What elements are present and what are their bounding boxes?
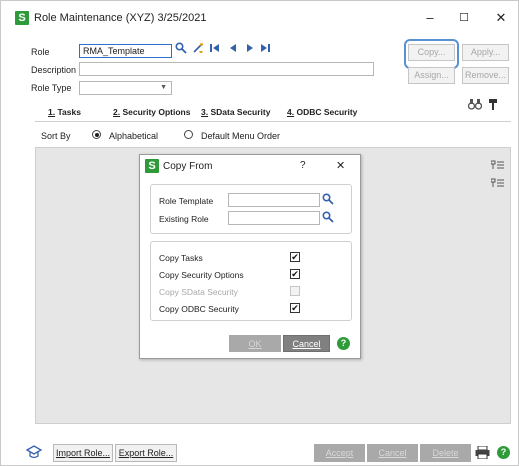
existing-role-search-icon[interactable] <box>322 211 334 225</box>
dialog-cancel-button[interactable]: Cancel <box>283 335 330 352</box>
existing-role-label: Existing Role <box>159 214 209 224</box>
role-template-label: Role Template <box>159 196 214 206</box>
copy-sdata-security-label: Copy SData Security <box>159 287 238 297</box>
sort-alphabetical-radio[interactable] <box>92 130 101 139</box>
accept-button[interactable]: Accept <box>314 444 365 462</box>
copy-options-group: Copy Tasks ✔ Copy Security Options ✔ Cop… <box>150 241 352 321</box>
role-template-search-icon[interactable] <box>322 193 334 207</box>
existing-role-input[interactable] <box>228 211 320 225</box>
print-icon[interactable] <box>475 445 490 461</box>
copy-tasks-label: Copy Tasks <box>159 253 203 263</box>
copy-tasks-checkbox[interactable]: ✔ <box>290 252 300 262</box>
role-wizard-icon[interactable] <box>192 42 204 58</box>
tab-tasks[interactable]: 1. Tasks <box>48 107 81 119</box>
search-icon[interactable] <box>175 42 187 58</box>
dialog-help-button[interactable]: ? <box>300 160 306 171</box>
tab-sdata-security[interactable]: 3. SData Security <box>201 107 270 117</box>
role-manager-icon[interactable] <box>25 444 43 462</box>
dialog-title: Copy From <box>163 161 213 172</box>
copy-odbc-security-label: Copy ODBC Security <box>159 304 239 314</box>
expand-all-icon[interactable] <box>490 160 504 173</box>
sage-logo-icon: S <box>15 11 29 25</box>
import-role-label: Import Role... <box>55 448 111 458</box>
sort-alphabetical-label[interactable]: Alphabetical <box>109 131 158 141</box>
assign-button[interactable]: Assign... <box>408 67 455 84</box>
cancel-button[interactable]: Cancel <box>367 444 418 462</box>
role-type-label: Role Type <box>31 83 72 93</box>
last-record-icon[interactable] <box>260 42 271 58</box>
sort-by-label: Sort By <box>41 131 71 141</box>
help-icon[interactable]: ? <box>497 446 510 459</box>
window-title: Role Maintenance (XYZ) 3/25/2021 <box>34 12 207 24</box>
maximize-button[interactable]: ☐ <box>453 9 475 27</box>
dialog-help-icon[interactable]: ? <box>337 337 350 350</box>
filter-pin-icon[interactable] <box>488 98 498 113</box>
dialog-close-button[interactable]: ✕ <box>336 159 345 172</box>
first-record-icon[interactable] <box>209 42 220 58</box>
remove-button[interactable]: Remove... <box>462 67 509 84</box>
delete-button[interactable]: Delete <box>420 444 471 462</box>
tab-odbc-security[interactable]: 4. ODBC Security <box>287 107 357 117</box>
tab-sdata-security-label: SData Security <box>208 107 271 117</box>
description-input[interactable] <box>79 62 374 76</box>
copy-source-group: Role Template Existing Role <box>150 184 352 234</box>
role-type-select[interactable]: ▼ <box>79 81 172 95</box>
import-role-button[interactable]: Import Role... <box>53 444 113 462</box>
description-label: Description <box>31 65 77 75</box>
copy-security-options-label: Copy Security Options <box>159 270 244 280</box>
accept-label: Accept <box>325 448 354 458</box>
copy-button[interactable]: Copy... <box>408 44 455 61</box>
chevron-down-icon: ▼ <box>160 84 167 91</box>
sort-default-menu-order-radio[interactable] <box>184 130 193 139</box>
role-label: Role <box>31 47 50 57</box>
export-role-label: Export Role... <box>118 448 174 458</box>
cancel-label: Cancel <box>378 448 407 458</box>
dialog-sage-logo-icon: S <box>145 159 159 173</box>
copy-odbc-security-checkbox[interactable]: ✔ <box>290 303 300 313</box>
role-input[interactable]: RMA_Template <box>79 44 172 58</box>
dialog-ok-label: OK <box>248 339 262 349</box>
close-button[interactable]: ✕ <box>490 9 512 27</box>
next-record-icon[interactable] <box>245 42 255 58</box>
tab-security-options[interactable]: 2. Security Options <box>113 107 190 117</box>
dialog-ok-button[interactable]: OK <box>229 335 281 352</box>
dialog-cancel-label: Cancel <box>292 339 321 349</box>
role-template-input[interactable] <box>228 193 320 207</box>
tab-strip <box>35 106 511 122</box>
title-bar: S Role Maintenance (XYZ) 3/25/2021 – ☐ ✕ <box>1 1 518 37</box>
binoculars-icon[interactable] <box>467 98 483 112</box>
tab-odbc-security-label: ODBC Security <box>294 107 358 117</box>
collapse-all-icon[interactable] <box>490 178 504 191</box>
previous-record-icon[interactable] <box>228 42 238 58</box>
delete-label: Delete <box>432 448 459 458</box>
apply-button[interactable]: Apply... <box>462 44 509 61</box>
copy-sdata-security-checkbox[interactable] <box>290 286 300 296</box>
minimize-button[interactable]: – <box>419 9 441 27</box>
role-maintenance-window: S Role Maintenance (XYZ) 3/25/2021 – ☐ ✕… <box>0 0 519 466</box>
sort-default-menu-order-label[interactable]: Default Menu Order <box>201 131 280 141</box>
copy-security-options-checkbox[interactable]: ✔ <box>290 269 300 279</box>
export-role-button[interactable]: Export Role... <box>115 444 177 462</box>
tab-security-options-label: Security Options <box>120 107 191 117</box>
tab-tasks-label: Tasks <box>55 107 81 117</box>
copy-from-dialog: S Copy From ? ✕ Role Template Existing R… <box>139 154 361 359</box>
